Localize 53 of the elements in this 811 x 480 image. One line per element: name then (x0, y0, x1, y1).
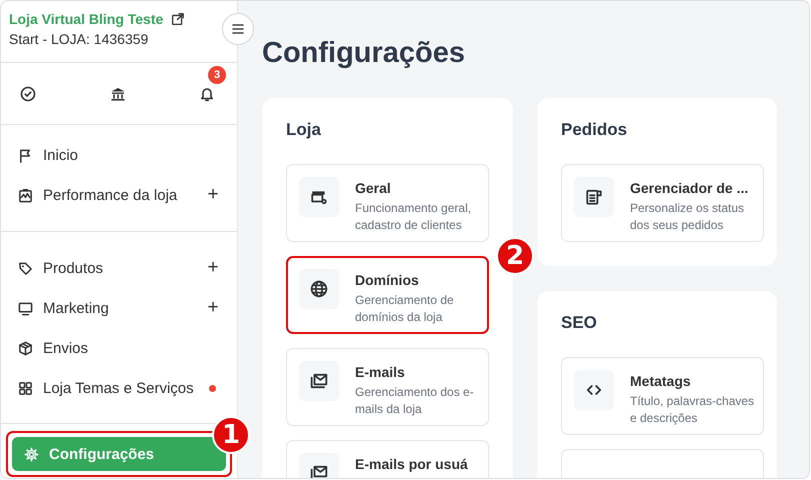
box-icon (18, 340, 33, 356)
card-title: E-mails por usuá (355, 456, 468, 472)
page-title: Configurações (262, 36, 466, 71)
bank-icon (110, 86, 126, 102)
step-badge: 1 (212, 416, 250, 454)
nav-item[interactable]: Envios (1, 328, 237, 368)
settings-card[interactable]: Domínios Gerenciamento de domínios da loja (286, 256, 489, 334)
tag-icon (18, 260, 33, 276)
panel-title: Pedidos (561, 120, 628, 140)
mail-stack-icon (310, 372, 328, 390)
settings-card[interactable]: E-mails Gerenciamento dos e-mails da loja (286, 348, 489, 426)
expand-button[interactable]: + (207, 184, 219, 206)
panel-title: Loja (286, 120, 321, 140)
step-badge: 2 (496, 237, 534, 275)
check-button[interactable] (20, 86, 36, 102)
monitor-icon (18, 300, 33, 316)
bank-button[interactable] (110, 86, 126, 102)
nav-item[interactable]: Inicio (1, 135, 237, 175)
menu-button[interactable] (222, 13, 254, 45)
card-description: Gerenciamento dos e-mails da loja (355, 384, 475, 418)
receipt-icon (585, 188, 603, 206)
card-description: Funcionamento geral, cadastro de clientes (355, 200, 472, 234)
expand-button[interactable]: + (207, 297, 219, 319)
card-description: Personalize os status dos seus pedidos (630, 200, 746, 234)
settings-card[interactable]: E-mails por usuá (286, 440, 489, 478)
card-title: E-mails (355, 364, 405, 380)
chart-board-icon (18, 188, 33, 202)
card-title: Geral (355, 180, 391, 196)
settings-card[interactable]: Gerenciador de ... Personalize os status dos seus pedidos (561, 164, 764, 242)
bell-icon (199, 86, 215, 102)
gear-icon (24, 446, 39, 462)
nav-item[interactable]: Produtos + (1, 248, 237, 288)
card-title: Metatags (630, 373, 691, 389)
globe-icon (310, 280, 328, 298)
settings-card[interactable]: Geral Funcionamento geral, cadastro de clientes (286, 164, 489, 242)
nav-item[interactable]: Loja Temas e Serviços (1, 368, 237, 408)
grid-icon (18, 380, 33, 396)
nav-item[interactable]: Performance da loja + (1, 175, 237, 215)
store-plan: Start - LOJA: 1436359 (9, 31, 148, 47)
mail-stack-icon (310, 464, 328, 478)
card-title: Domínios (355, 272, 419, 288)
check-circle-icon (20, 86, 36, 102)
card-description: Título, palavras-chaves e descrições (630, 393, 756, 427)
panel-title: SEO (561, 313, 597, 333)
notification-count: 3 (208, 66, 226, 84)
expand-button[interactable]: + (207, 257, 219, 279)
card-title: Gerenciador de ... (630, 180, 748, 196)
flag-icon (18, 148, 33, 162)
nav-item[interactable]: Marketing + (1, 288, 237, 328)
settings-card[interactable]: Metatags Título, palavras-chaves e descrições (561, 357, 764, 435)
external-link-icon[interactable] (171, 12, 184, 26)
menu-icon (232, 24, 244, 34)
card-description: Gerenciamento de domínios da loja (355, 292, 455, 326)
